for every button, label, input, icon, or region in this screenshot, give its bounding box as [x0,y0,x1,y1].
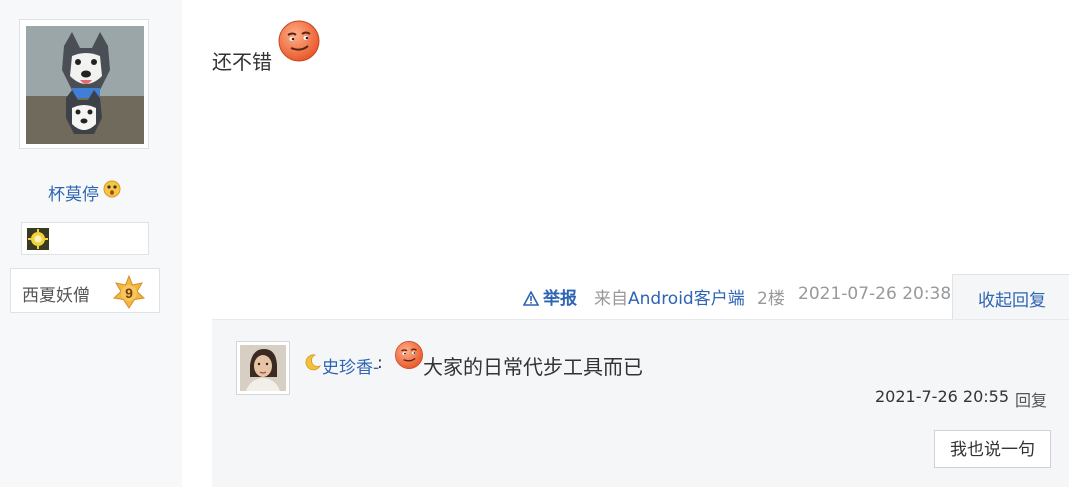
author-avatar[interactable] [19,19,149,149]
sun-badge-icon [27,228,49,250]
reply-timestamp: 2021-7-26 20:55 [875,387,1009,406]
member-badge[interactable] [21,222,149,255]
floor-number: 2楼 [757,289,785,309]
surprised-emoji-icon [103,180,121,198]
post-content: 还不错 [212,50,272,74]
smirk-emoji-icon [394,340,424,370]
warning-icon [522,290,540,306]
source-app-link[interactable]: Android客户端 [628,289,745,309]
report-link[interactable]: 举报 [522,284,577,309]
reply-link[interactable]: 回复 [1015,387,1047,411]
husky-avatar-image [26,26,144,144]
smirk-emoji-icon [277,19,321,63]
source-prefix: 来自 [594,289,628,309]
collapse-replies-label[interactable]: 收起回复 [978,286,1046,311]
reply-colon: : [377,353,383,373]
reply-panel: 史珍香- : 大家的日常代步工具而已 2021-7-26 20:55 回复 我也… [212,319,1069,487]
collapse-replies-tab[interactable]: 收起回复 [952,274,1069,320]
forum-rank[interactable]: 西夏妖僧 9 [10,268,160,313]
reply-user-avatar[interactable] [236,341,290,395]
reply-content: 大家的日常代步工具而已 [423,355,643,379]
crescent-moon-icon [304,353,322,371]
rank-title: 西夏妖僧 [22,286,90,306]
post-timestamp: 2021-07-26 20:38 [798,284,952,304]
reply-avatar-image [240,345,286,391]
author-username[interactable]: 杯莫停 [48,180,99,205]
report-label: 举报 [543,289,577,309]
post-source: 来自Android客户端 [594,284,745,309]
rank-level: 9 [125,285,133,301]
add-comment-button[interactable]: 我也说一句 [934,430,1051,468]
reply-username[interactable]: 史珍香- [322,353,379,378]
author-sidebar: 杯莫停 西夏妖僧 9 [0,0,182,487]
level-star-icon: 9 [112,274,146,309]
